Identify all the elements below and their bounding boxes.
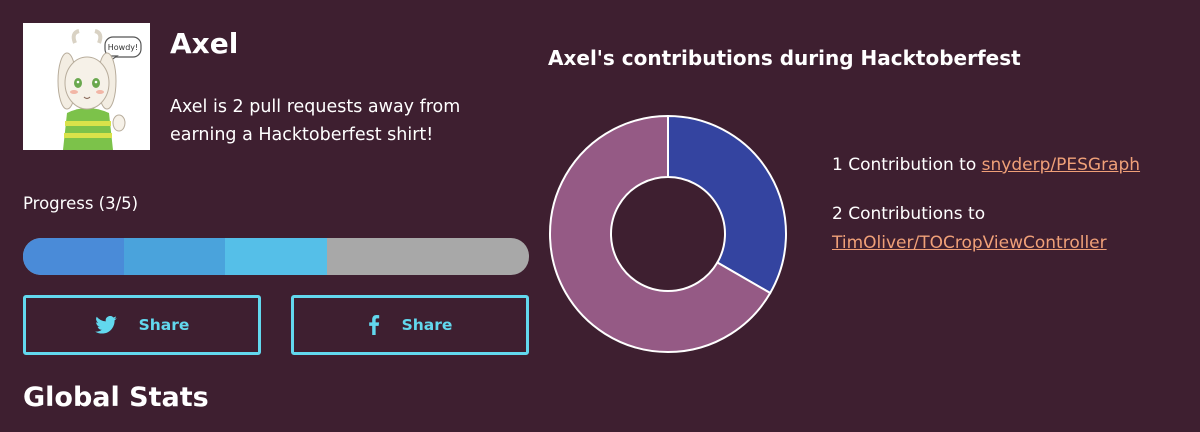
twitter-bird-icon [94,316,117,334]
contribution-count: 1 Contribution to [832,155,977,175]
contribution-item: 2 Contributions to TimOliver/TOCropViewC… [832,200,1192,258]
progress-segment [23,238,125,275]
progress-label: Progress (3/5) [23,194,139,213]
avatar-speech-text: Howdy! [108,43,138,52]
user-status-text: Axel is 2 pull requests away from earnin… [170,97,461,145]
repo-link-tocropviewcontroller[interactable]: TimOliver/TOCropViewController [832,233,1107,253]
repo-link-pesgraph[interactable]: snyderp/PESGraph [982,155,1140,175]
facebook-f-icon [368,315,380,335]
contributions-donut-chart [549,114,787,353]
progress-fill [23,238,327,275]
share-facebook-label: Share [401,316,453,334]
progress-bar [23,238,529,275]
contribution-count: 2 Contributions to [832,204,986,224]
share-twitter-button[interactable]: Share [23,295,261,355]
contribution-item: 1 Contribution to snyderp/PESGraph [832,151,1192,180]
progress-segment [124,238,226,275]
chart-title: Axel's contributions during Hacktoberfes… [548,46,1021,70]
share-twitter-label: Share [138,316,190,334]
share-facebook-button[interactable]: Share [291,295,529,355]
global-stats-heading: Global Stats [23,382,209,413]
contributions-list: 1 Contribution to snyderp/PESGraph 2 Con… [832,151,1192,278]
progress-segment [225,238,327,275]
donut-slice-1 [667,114,787,295]
user-name: Axel [170,27,239,60]
avatar: Howdy! [23,23,150,150]
avatar-illustration: Howdy! [23,23,150,150]
